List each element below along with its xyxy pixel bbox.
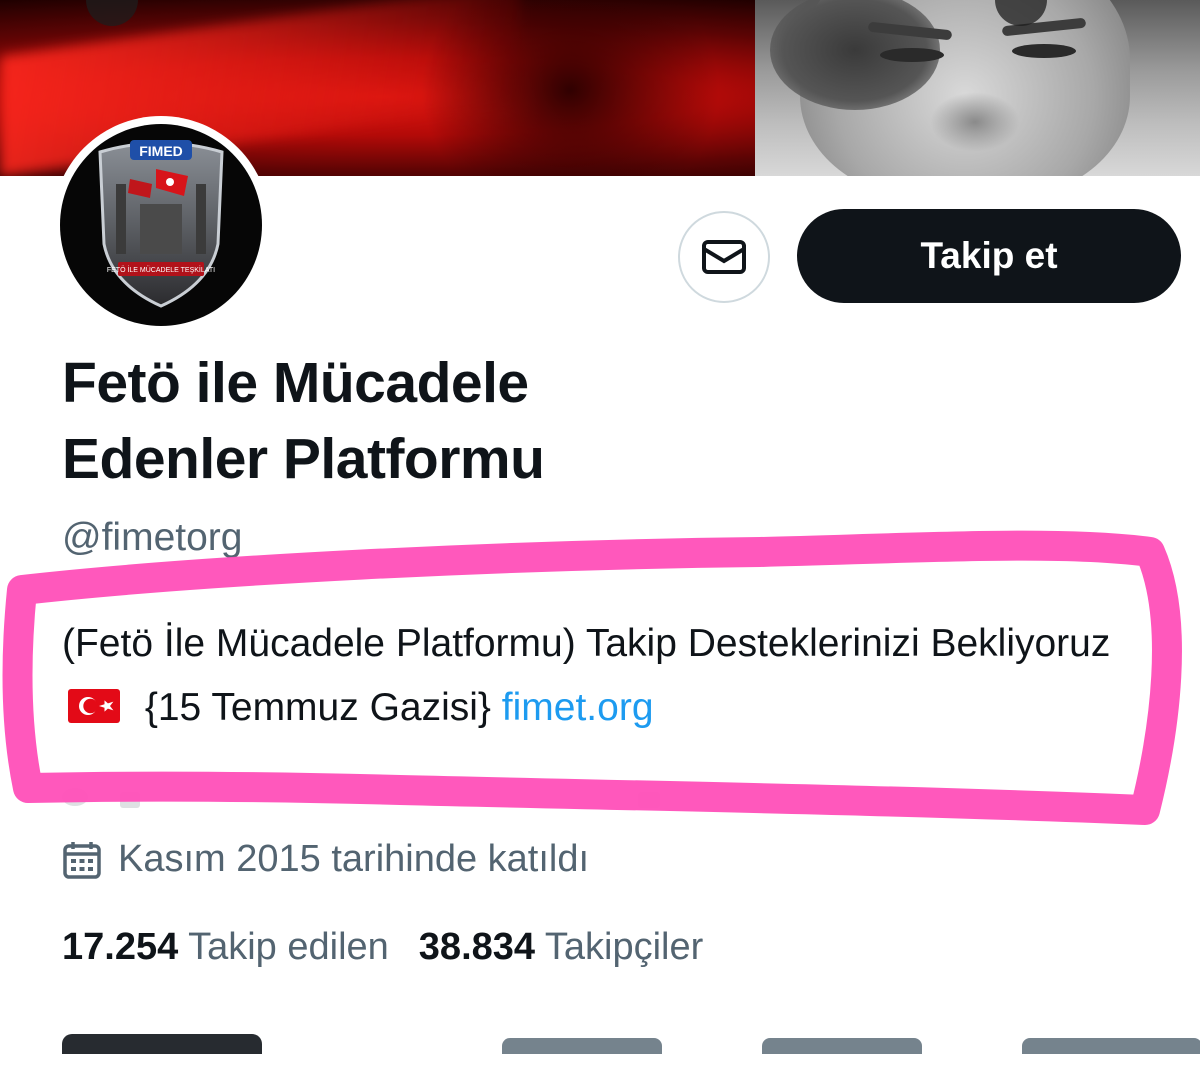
turkish-flag-icon: 🇹🇷: [68, 689, 120, 723]
svg-text:FIMED: FIMED: [139, 143, 183, 159]
tab-posts[interactable]: [62, 1034, 262, 1054]
banner-nose: [930, 92, 1020, 152]
followers-label: Takipçiler: [544, 926, 704, 968]
banner-eye-right: [1012, 44, 1076, 58]
obscured-fragment: [638, 792, 660, 808]
obscured-fragment: [120, 792, 140, 808]
tab-replies[interactable]: [502, 1038, 662, 1054]
banner-dark-shape: [420, 0, 720, 176]
follow-button-label: Takip et: [920, 235, 1058, 276]
joined-date-row: Kasım 2015 tarihinde katıldı: [62, 838, 589, 881]
profile-display-name: Fetö ile Mücadele Edenler Platformu: [62, 345, 762, 497]
bio-link[interactable]: fimet.org: [502, 686, 654, 729]
tab-articles[interactable]: [1022, 1038, 1200, 1054]
following-link[interactable]: 17.254 Takip edilen: [62, 926, 389, 968]
profile-bio: (Fetö İle Mücadele Platformu) Takip Dest…: [62, 612, 1142, 740]
avatar-image: FIMED FETÖ İLE MÜCADELE TEŞKİLATI: [60, 124, 262, 326]
tab-highlights[interactable]: [762, 1038, 922, 1054]
envelope-icon: [702, 240, 746, 274]
follow-stats: 17.254 Takip edilen 38.834 Takipçiler: [62, 926, 703, 969]
joined-date-text: Kasım 2015 tarihinde katıldı: [118, 838, 590, 880]
location-row-obscured: [62, 778, 662, 808]
message-button[interactable]: [678, 211, 770, 303]
bio-suffix: {15 Temmuz Gazisi}: [144, 686, 491, 729]
avatar[interactable]: FIMED FETÖ İLE MÜCADELE TEŞKİLATI: [52, 116, 270, 334]
following-count: 17.254: [62, 926, 179, 968]
follow-button[interactable]: Takip et: [797, 209, 1181, 303]
profile-tabs-cutoff: [62, 1030, 1200, 1070]
profile-handle: @fimetorg: [62, 516, 243, 559]
back-button[interactable]: [86, 0, 138, 26]
followers-count: 38.834: [418, 926, 536, 968]
following-label: Takip edilen: [188, 926, 389, 968]
display-name-line-1: Fetö ile Mücadele: [62, 351, 529, 415]
shield-logo-icon: FIMED FETÖ İLE MÜCADELE TEŞKİLATI: [98, 140, 224, 308]
svg-text:FETÖ İLE MÜCADELE TEŞKİLATI: FETÖ İLE MÜCADELE TEŞKİLATI: [107, 265, 215, 274]
bio-text: (Fetö İle Mücadele Platformu) Takip Dest…: [62, 622, 1111, 665]
display-name-line-2: Edenler Platformu: [62, 427, 545, 491]
location-icon: [62, 788, 88, 806]
calendar-icon: [63, 841, 101, 879]
followers-link[interactable]: 38.834 Takipçiler: [419, 926, 704, 968]
banner-eye-left: [880, 48, 944, 62]
